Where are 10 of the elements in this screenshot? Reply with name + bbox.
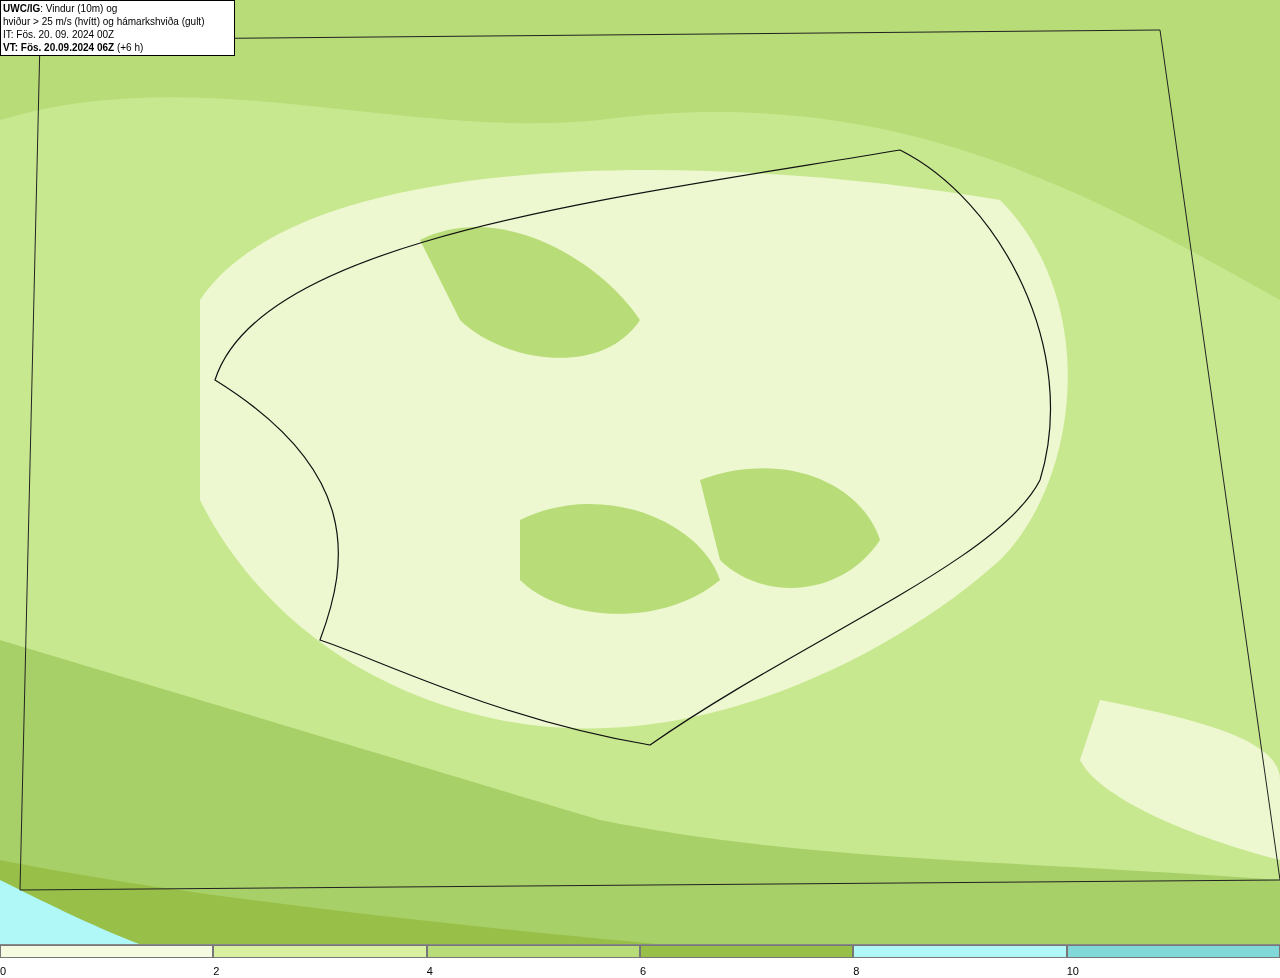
legend-label: 4 <box>426 965 433 977</box>
title-line: hviður > 25 m/s (hvítt) og hámarkshviða (gult) <box>3 15 206 28</box>
legend-label: 10 <box>1066 965 1079 977</box>
title-line: UWC/IG: Vindur (10m) og <box>3 2 119 15</box>
legend-label: 0 <box>0 965 7 977</box>
title-line: IT: Fös. 20. 09. 2024 00Z <box>3 28 116 41</box>
legend-label: 2 <box>213 965 220 977</box>
legend-label: 8 <box>853 965 860 977</box>
legend-label: 6 <box>640 965 647 977</box>
title-line: VT: Fös. 20.09.2024 06Z (+6 h) <box>3 41 145 54</box>
